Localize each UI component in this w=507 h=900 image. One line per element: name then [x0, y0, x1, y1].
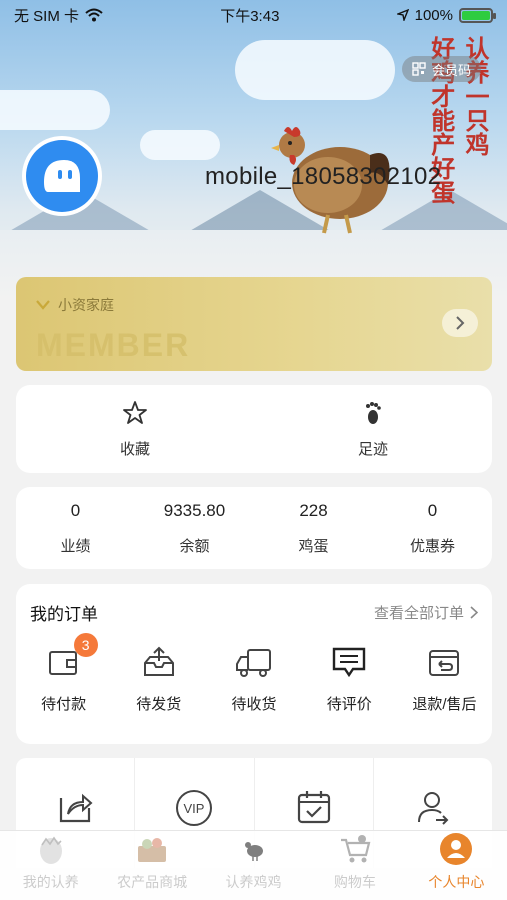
avatar-face-icon	[26, 140, 98, 212]
tab-cart[interactable]: 购物车	[304, 831, 405, 900]
tab-my-adoption[interactable]: 我的认养	[0, 831, 101, 900]
tab-label: 个人中心	[428, 874, 485, 890]
favorites-label: 收藏	[119, 440, 150, 458]
chicken-icon	[237, 832, 271, 866]
order-pending-shipment[interactable]: 待发货	[111, 645, 206, 714]
carrier-label: 无 SIM 卡	[14, 7, 80, 25]
stat-label: 余额	[179, 537, 210, 555]
battery-percent: 100%	[414, 6, 453, 24]
member-code-button[interactable]: 会员码	[401, 56, 481, 82]
stat-balance[interactable]: 9335.80 余额	[135, 487, 254, 569]
order-refund[interactable]: 退款/售后	[397, 645, 492, 714]
chevron-down-icon	[36, 300, 50, 310]
tab-bar: 我的认养 农产品商城 认养鸡鸡 购物车 个人中心	[0, 830, 507, 900]
member-level-label: 小资家庭	[58, 297, 114, 313]
wifi-icon	[85, 8, 103, 22]
calendar-check-icon	[297, 791, 330, 824]
order-label: 待付款	[41, 696, 87, 713]
clock: 下午3:43	[220, 7, 280, 25]
stat-performance[interactable]: 0 业绩	[16, 487, 135, 569]
member-level: 小资家庭	[36, 295, 114, 315]
order-pending-receipt[interactable]: 待收货	[206, 645, 301, 714]
view-all-orders-label: 查看全部订单	[373, 605, 464, 622]
orders-card: 我的订单 查看全部订单 3 待付款 待发货 待收货 待评价 退款/售后	[16, 584, 492, 744]
stat-value: 9335.80	[163, 500, 226, 520]
footprint-label: 足迹	[357, 440, 388, 458]
avatar[interactable]	[22, 136, 102, 216]
stat-value: 228	[299, 500, 328, 520]
location-arrow-icon	[396, 9, 409, 21]
stat-eggs[interactable]: 228 鸡蛋	[254, 487, 373, 569]
tab-adopt-chicken[interactable]: 认养鸡鸡	[203, 831, 304, 900]
member-card[interactable]: 小资家庭 MEMBER	[16, 277, 492, 371]
user-icon	[439, 832, 473, 866]
order-pending-payment[interactable]: 3 待付款	[16, 633, 111, 714]
tab-label: 农产品商城	[117, 874, 188, 890]
refund-icon	[429, 650, 460, 676]
tab-label: 认养鸡鸡	[225, 874, 282, 890]
chevron-right-icon	[470, 606, 478, 619]
package-upload-icon	[143, 646, 174, 676]
footprint-button[interactable]: 足迹	[254, 385, 492, 473]
pending-payment-badge: 3	[73, 633, 98, 657]
egg-icon	[34, 832, 68, 866]
view-all-orders-link[interactable]: 查看全部订单	[374, 602, 478, 623]
order-pending-review[interactable]: 待评价	[302, 645, 397, 714]
star-icon	[123, 400, 147, 424]
stat-label: 优惠券	[409, 537, 455, 555]
stat-value: 0	[70, 500, 81, 520]
order-label: 待收货	[231, 696, 277, 713]
cart-icon	[338, 832, 372, 866]
cloud-decoration	[235, 40, 395, 100]
orders-title: 我的订单	[30, 605, 98, 624]
quick-links-card: 收藏 足迹	[16, 385, 492, 473]
tab-produce-mall[interactable]: 农产品商城	[101, 831, 202, 900]
vip-icon-text: VIP	[184, 801, 205, 816]
battery-icon	[459, 7, 496, 23]
tab-label: 我的认养	[22, 874, 79, 890]
member-code-label: 会员码	[431, 62, 471, 78]
member-details-button[interactable]	[442, 309, 478, 337]
username: mobile_18058302102	[205, 163, 442, 190]
chevron-right-icon	[456, 316, 465, 330]
tab-personal-center[interactable]: 个人中心	[406, 831, 507, 900]
vip-icon: VIP	[176, 790, 213, 826]
member-watermark: MEMBER	[36, 327, 191, 363]
order-label: 待发货	[136, 696, 182, 713]
stat-coupons[interactable]: 0 优惠券	[373, 487, 492, 569]
qr-code-icon	[412, 62, 426, 76]
stat-value: 0	[427, 500, 438, 520]
delivery-truck-icon	[236, 649, 271, 677]
cloud-decoration	[0, 90, 110, 130]
stat-label: 鸡蛋	[298, 537, 329, 555]
tab-label: 购物车	[333, 874, 376, 890]
comment-icon	[333, 647, 366, 678]
share-icon	[60, 793, 93, 823]
produce-icon	[135, 832, 169, 866]
favorites-button[interactable]: 收藏	[16, 385, 254, 473]
stat-label: 业绩	[60, 537, 91, 555]
user-share-icon	[417, 792, 449, 825]
order-label: 待评价	[326, 696, 372, 713]
stats-card: 0 业绩 9335.80 余额 228 鸡蛋 0 优惠券	[16, 487, 492, 569]
status-bar: 无 SIM 卡 下午3:43 100%	[0, 0, 507, 30]
cloud-decoration	[140, 130, 220, 160]
order-label: 退款/售后	[412, 696, 477, 713]
footprint-icon	[366, 401, 381, 424]
